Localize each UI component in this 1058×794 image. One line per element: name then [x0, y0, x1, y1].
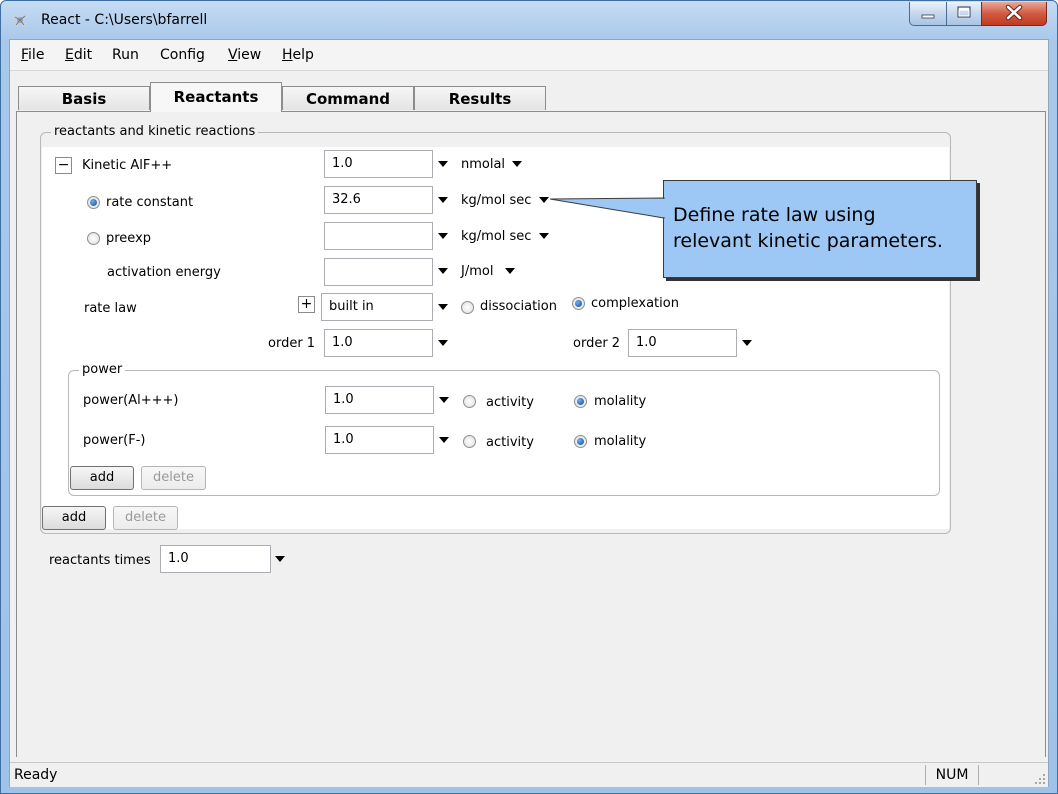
menu-view[interactable]: View [228, 47, 261, 63]
tab-reactants[interactable]: Reactants [150, 82, 282, 112]
status-text: Ready [14, 767, 58, 783]
activity-radio[interactable] [463, 435, 476, 448]
preexp-unit[interactable]: kg/mol sec [461, 229, 531, 244]
reactants-times-label: reactants times [49, 553, 151, 568]
dissociation-label: dissociation [480, 299, 557, 314]
menu-bar: File Edit Run Config View Help [10, 40, 1048, 71]
callout-line-2: relevant kinetic parameters. [673, 230, 943, 252]
order2-dropdown-icon[interactable] [742, 340, 752, 346]
reactants-group-legend: reactants and kinetic reactions [51, 124, 259, 139]
molality-label: molality [594, 434, 647, 449]
order2-field[interactable]: 1.0 [628, 329, 737, 357]
molality-radio[interactable] [574, 395, 587, 408]
kinetic-amount-dropdown-icon[interactable] [438, 161, 448, 167]
num-lock-indicator: NUM [925, 765, 979, 785]
preexp-dropdown-icon[interactable] [438, 233, 448, 239]
activity-label: activity [486, 435, 534, 450]
rate-constant-unit[interactable]: kg/mol sec [461, 193, 531, 208]
window-title: React - C:\Users\bfarrell [41, 12, 208, 28]
tab-results[interactable]: Results [414, 86, 546, 110]
maximize-icon [957, 6, 971, 18]
preexp-field[interactable] [324, 222, 433, 250]
reactant-delete-button[interactable]: delete [113, 506, 178, 530]
order2-label: order 2 [573, 336, 621, 351]
collapse-kinetic-button[interactable]: − [55, 157, 72, 174]
preexp-unit-dropdown-icon[interactable] [539, 233, 549, 239]
kinetic-amount-unit[interactable]: nmolal [461, 157, 505, 172]
molality-radio[interactable] [574, 435, 587, 448]
rate-constant-dropdown-icon[interactable] [438, 197, 448, 203]
menu-help[interactable]: Help [282, 47, 314, 63]
preexp-radio[interactable] [87, 232, 100, 245]
close-icon [1005, 4, 1023, 21]
power-row-label: power(F-) [83, 433, 146, 448]
kinetic-amount-field[interactable]: 1.0 [324, 150, 433, 178]
amount-unit-dropdown-icon[interactable] [512, 161, 522, 167]
complexation-radio[interactable] [572, 297, 585, 310]
menu-edit[interactable]: Edit [65, 47, 92, 63]
callout-box: Define rate law using relevant kinetic p… [663, 180, 977, 278]
tab-basis[interactable]: Basis [18, 86, 150, 110]
power-delete-button[interactable]: delete [141, 466, 206, 490]
rate-law-dropdown-icon[interactable] [438, 304, 448, 310]
menu-file[interactable]: File [21, 47, 44, 63]
app-icon [12, 13, 28, 28]
callout-line-1: Define rate law using [673, 204, 876, 226]
rate-constant-field[interactable]: 32.6 [324, 186, 433, 214]
activation-energy-field[interactable] [324, 258, 433, 286]
menu-run[interactable]: Run [112, 47, 139, 63]
activity-radio[interactable] [463, 395, 476, 408]
molality-label: molality [594, 394, 647, 409]
rate-constant-radio[interactable] [87, 196, 100, 209]
order1-field[interactable]: 1.0 [324, 329, 433, 357]
power-dropdown-icon[interactable] [439, 437, 449, 443]
resize-grip-icon[interactable] [1034, 773, 1046, 785]
order1-dropdown-icon[interactable] [438, 340, 448, 346]
kinetic-species-label: Kinetic AlF++ [82, 158, 173, 173]
preexp-label: preexp [106, 231, 152, 246]
tab-strip: Basis Reactants Command Results [10, 72, 1048, 112]
activity-label: activity [486, 395, 534, 410]
activation-energy-unit-dropdown-icon[interactable] [505, 268, 515, 274]
tab-command[interactable]: Command [282, 86, 414, 110]
power-group-legend: power [79, 362, 126, 377]
callout-pointer [549, 197, 665, 219]
rate-constant-label: rate constant [106, 195, 194, 210]
reactants-times-field[interactable]: 1.0 [160, 545, 271, 573]
power-value-field[interactable]: 1.0 [325, 386, 434, 414]
reactants-times-dropdown-icon[interactable] [275, 556, 285, 562]
close-button[interactable] [981, 2, 1047, 26]
activation-energy-dropdown-icon[interactable] [438, 268, 448, 274]
minimize-button[interactable] [909, 2, 947, 26]
dissociation-radio[interactable] [461, 301, 474, 314]
power-dropdown-icon[interactable] [439, 397, 449, 403]
activation-energy-label: activation energy [107, 265, 221, 280]
reactant-add-button[interactable]: add [42, 506, 106, 530]
minimize-icon [921, 14, 935, 19]
power-value-field[interactable]: 1.0 [325, 426, 434, 454]
rate-law-label: rate law [84, 301, 137, 316]
expand-rate-law-button[interactable]: + [298, 296, 315, 313]
activation-energy-unit[interactable]: J/mol [461, 264, 493, 279]
client-area: File Edit Run Config View Help Basis Rea… [9, 39, 1049, 787]
maximize-button[interactable] [946, 2, 982, 26]
complexation-label: complexation [591, 296, 679, 311]
menu-config[interactable]: Config [160, 47, 205, 63]
power-add-button[interactable]: add [70, 466, 134, 490]
order1-label: order 1 [268, 336, 316, 351]
title-bar[interactable]: React - C:\Users\bfarrell [1, 1, 1057, 39]
app-window: React - C:\Users\bfarrell File Edit Run … [0, 0, 1058, 794]
power-row-label: power(Al+++) [83, 393, 179, 408]
rate-law-select[interactable]: built in [321, 293, 433, 321]
status-bar: Ready NUM [10, 762, 1048, 787]
